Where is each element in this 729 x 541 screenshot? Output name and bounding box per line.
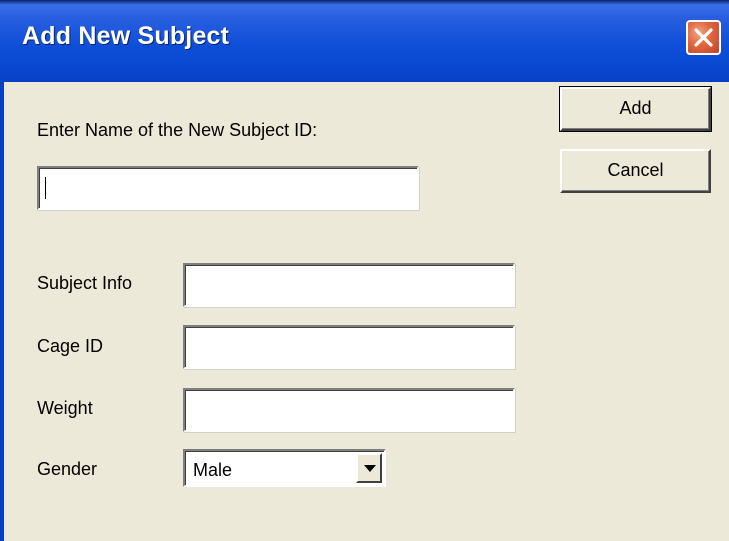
cage-id-input[interactable] <box>183 325 515 369</box>
gender-label: Gender <box>37 459 98 479</box>
subject-info-input[interactable] <box>183 263 515 307</box>
cage-id-label: Cage ID <box>37 336 104 356</box>
chevron-down-icon <box>364 465 376 472</box>
close-icon <box>694 28 713 47</box>
window-title: Add New Subject <box>22 22 230 50</box>
subject-info-label: Subject Info <box>37 273 133 293</box>
text-caret <box>45 177 46 199</box>
gender-select[interactable]: Male <box>183 449 386 487</box>
window-border <box>0 82 4 541</box>
gender-selected-value: Male <box>193 460 233 480</box>
subject-id-input[interactable] <box>37 166 419 210</box>
gender-dropdown-button[interactable] <box>356 453 382 483</box>
subject-id-label: Enter Name of the New Subject ID: <box>37 120 318 140</box>
weight-input[interactable] <box>183 388 515 432</box>
title-bar[interactable]: Add New Subject <box>0 0 729 82</box>
add-button[interactable]: Add <box>559 86 712 132</box>
cancel-button[interactable]: Cancel <box>560 149 711 193</box>
close-button[interactable] <box>686 20 721 55</box>
weight-label: Weight <box>37 398 93 418</box>
